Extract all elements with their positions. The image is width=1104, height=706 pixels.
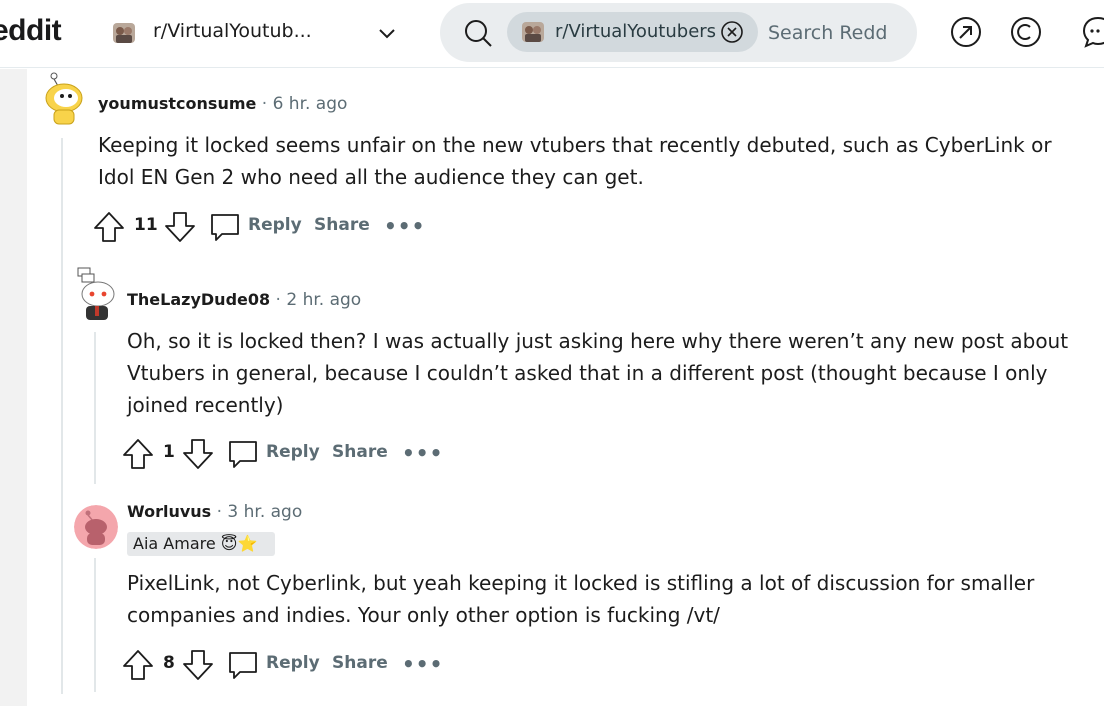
reddit-logo[interactable]: eddit xyxy=(0,14,62,48)
comment-time[interactable]: 2 hr. ago xyxy=(286,290,361,310)
search-icon xyxy=(465,20,492,47)
reply-button[interactable]: Reply xyxy=(266,653,320,673)
thread-line[interactable] xyxy=(94,558,96,692)
more-options-button[interactable]: ••• xyxy=(402,441,443,465)
comment-body: PixelLink, not Cyberlink, but yeah keepi… xyxy=(127,567,1034,631)
comment-body: Keeping it locked seems unfair on the ne… xyxy=(98,129,1052,193)
comment-author[interactable]: TheLazyDude08 xyxy=(127,290,270,309)
comment-body-line: joined recently) xyxy=(127,393,284,417)
search-bar[interactable]: r/VirtualYoutubers xyxy=(440,3,917,62)
upvote-icon[interactable] xyxy=(121,648,155,682)
top-header: eddit r/VirtualYoutub... r/VirtualYoutub… xyxy=(0,0,1104,68)
search-community-chip[interactable]: r/VirtualYoutubers xyxy=(507,12,758,52)
chat-bubble-icon[interactable] xyxy=(1080,14,1104,50)
comment-body-line: Idol EN Gen 2 who need all the audience … xyxy=(98,165,644,189)
downvote-icon[interactable] xyxy=(181,437,215,471)
user-avatar[interactable] xyxy=(74,505,118,549)
vote-count: 1 xyxy=(163,442,175,462)
comment-body-line: PixelLink, not Cyberlink, but yeah keepi… xyxy=(127,571,1035,595)
user-avatar[interactable] xyxy=(42,70,86,126)
vote-count: 8 xyxy=(163,653,175,673)
meta-separator: · xyxy=(216,502,222,522)
comment-body-line: Oh, so it is locked then? I was actually… xyxy=(127,329,1069,353)
user-flair: Aia Amare 😇⭐ xyxy=(127,532,275,556)
comment-time[interactable]: 6 hr. ago xyxy=(273,94,348,114)
copyright-icon[interactable] xyxy=(1008,14,1044,50)
search-chip-label: r/VirtualYoutubers xyxy=(555,21,717,42)
more-options-button[interactable]: ••• xyxy=(402,652,443,676)
comment-author[interactable]: Worluvus xyxy=(127,502,211,521)
meta-separator: · xyxy=(275,290,281,310)
close-circle-icon[interactable] xyxy=(720,20,744,44)
reply-icon[interactable] xyxy=(226,648,260,682)
comment-author[interactable]: youmustconsume xyxy=(98,94,256,113)
popular-arrow-icon[interactable] xyxy=(948,14,984,50)
downvote-icon[interactable] xyxy=(181,648,215,682)
vote-count: 11 xyxy=(134,215,158,235)
upvote-icon[interactable] xyxy=(92,210,126,244)
community-name[interactable]: r/VirtualYoutub... xyxy=(153,20,312,42)
comment-actions: 11 Reply Share ••• xyxy=(92,210,425,246)
comment-body-line: Vtubers in general, because I couldn’t a… xyxy=(127,361,1048,385)
chevron-down-icon[interactable] xyxy=(376,22,398,44)
downvote-icon[interactable] xyxy=(163,210,197,244)
user-avatar[interactable] xyxy=(74,266,118,322)
community-avatar-icon xyxy=(522,22,544,42)
comment-body-line: companies and indies. Your only other op… xyxy=(127,603,720,627)
comment-actions: 8 Reply Share ••• xyxy=(121,648,443,684)
comment-body: Oh, so it is locked then? I was actually… xyxy=(127,325,1068,421)
reply-button[interactable]: Reply xyxy=(248,215,302,235)
comment-actions: 1 Reply Share ••• xyxy=(121,437,443,473)
meta-separator: · xyxy=(261,94,268,114)
reply-button[interactable]: Reply xyxy=(266,442,320,462)
share-button[interactable]: Share xyxy=(332,442,388,462)
left-gutter xyxy=(0,69,27,706)
more-options-button[interactable]: ••• xyxy=(384,214,425,238)
reply-icon[interactable] xyxy=(208,210,242,244)
comment-time[interactable]: 3 hr. ago xyxy=(227,502,302,522)
share-button[interactable]: Share xyxy=(314,215,370,235)
share-button[interactable]: Share xyxy=(332,653,388,673)
thread-line[interactable] xyxy=(94,332,96,484)
upvote-icon[interactable] xyxy=(121,437,155,471)
search-input[interactable] xyxy=(768,20,908,46)
community-avatar-icon[interactable] xyxy=(111,20,137,46)
comment-body-line: Keeping it locked seems unfair on the ne… xyxy=(98,133,1052,157)
reply-icon[interactable] xyxy=(226,437,260,471)
thread-line[interactable] xyxy=(61,138,63,694)
